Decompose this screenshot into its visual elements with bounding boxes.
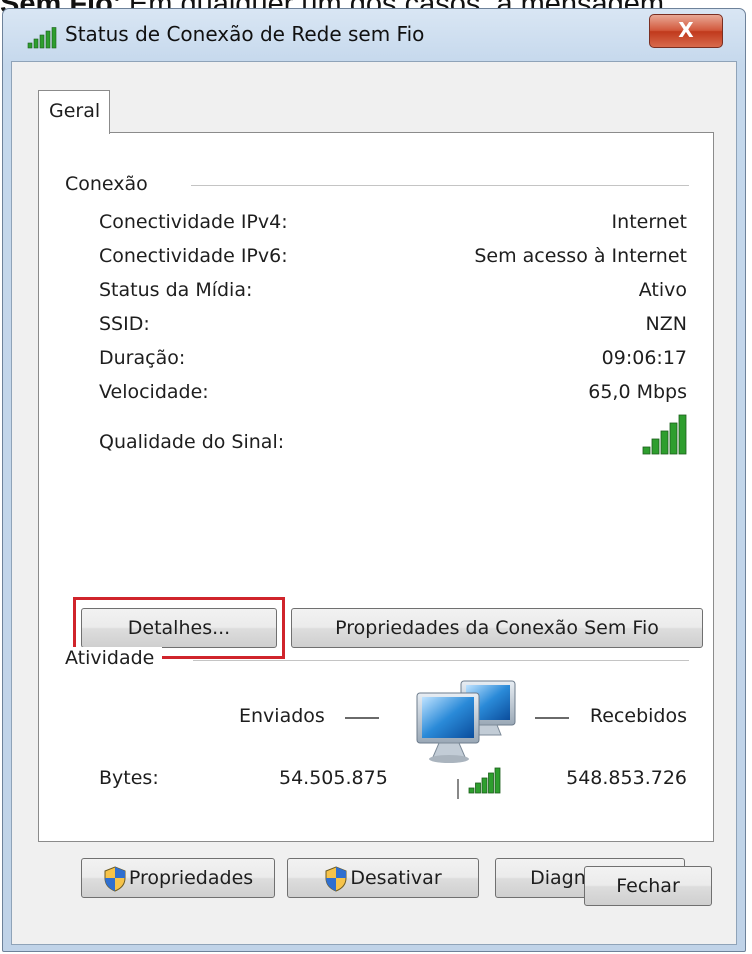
tab-label: Geral [49, 100, 101, 122]
activity-separator [457, 779, 459, 799]
signal-bar [642, 446, 651, 455]
ipv4-value: Internet [611, 211, 687, 233]
ipv6-value: Sem acesso à Internet [474, 245, 687, 267]
media-status-value: Ativo [638, 279, 687, 301]
bytes-label: Bytes: [99, 767, 159, 789]
signal-bar [475, 782, 481, 794]
signal-bar [669, 422, 678, 455]
close-icon: X [678, 18, 694, 42]
ssid-label: SSID: [99, 313, 150, 335]
title-bar[interactable]: Status de Conexão de Rede sem Fio X [3, 9, 745, 59]
signal-bar [488, 772, 494, 794]
wireless-signal-icon [27, 27, 57, 49]
window-title: Status de Conexão de Rede sem Fio [65, 22, 425, 46]
activity-divider [193, 660, 689, 661]
signal-bar [481, 777, 488, 794]
disable-button[interactable]: Desativar [287, 858, 479, 898]
signal-bar [660, 430, 669, 455]
received-dash [535, 717, 569, 719]
speed-value: 65,0 Mbps [588, 381, 687, 403]
speed-label: Velocidade: [99, 381, 209, 403]
duration-value: 09:06:17 [601, 347, 687, 369]
signal-strength-icon [642, 414, 687, 455]
signal-bar [678, 414, 687, 455]
signal-quality-label: Qualidade do Sinal: [99, 431, 285, 453]
ssid-value: NZN [645, 313, 687, 335]
uac-shield-icon [104, 865, 126, 892]
signal-bar [651, 438, 660, 455]
bytes-received-value: 548.853.726 [566, 767, 687, 789]
dialog-client-area: Geral Conexão Conectividade IPv4: Intern… [11, 61, 737, 945]
properties-label: Propriedades [128, 867, 254, 889]
tab-panel-geral: Conexão Conectividade IPv4: Internet Con… [38, 132, 714, 898]
details-button[interactable]: Detalhes... [81, 608, 277, 648]
status-dialog: Status de Conexão de Rede sem Fio X Gera… [2, 8, 746, 952]
bytes-sent-value: 54.505.875 [279, 767, 388, 789]
connection-group-heading: Conexão [65, 173, 156, 195]
close-window-button[interactable]: X [649, 14, 723, 48]
sent-label: Enviados [239, 705, 325, 727]
tab-geral[interactable]: Geral [38, 90, 110, 134]
close-button[interactable]: Fechar [584, 866, 712, 906]
signal-bar [468, 787, 475, 794]
ipv6-label: Conectividade IPv6: [99, 245, 288, 267]
sent-dash [345, 717, 379, 719]
wireless-properties-button[interactable]: Propriedades da Conexão Sem Fio [291, 608, 703, 648]
activity-group-heading: Atividade [65, 647, 163, 669]
network-computers-icon [416, 680, 516, 794]
properties-button[interactable]: Propriedades [81, 858, 275, 898]
signal-bar [494, 767, 501, 794]
disable-label: Desativar [350, 867, 442, 889]
duration-label: Duração: [99, 347, 186, 369]
uac-shield-icon [325, 865, 347, 892]
connection-divider [191, 185, 689, 186]
received-label: Recebidos [589, 705, 687, 727]
media-status-label: Status da Mídia: [99, 279, 253, 301]
ipv4-label: Conectividade IPv4: [99, 211, 288, 233]
